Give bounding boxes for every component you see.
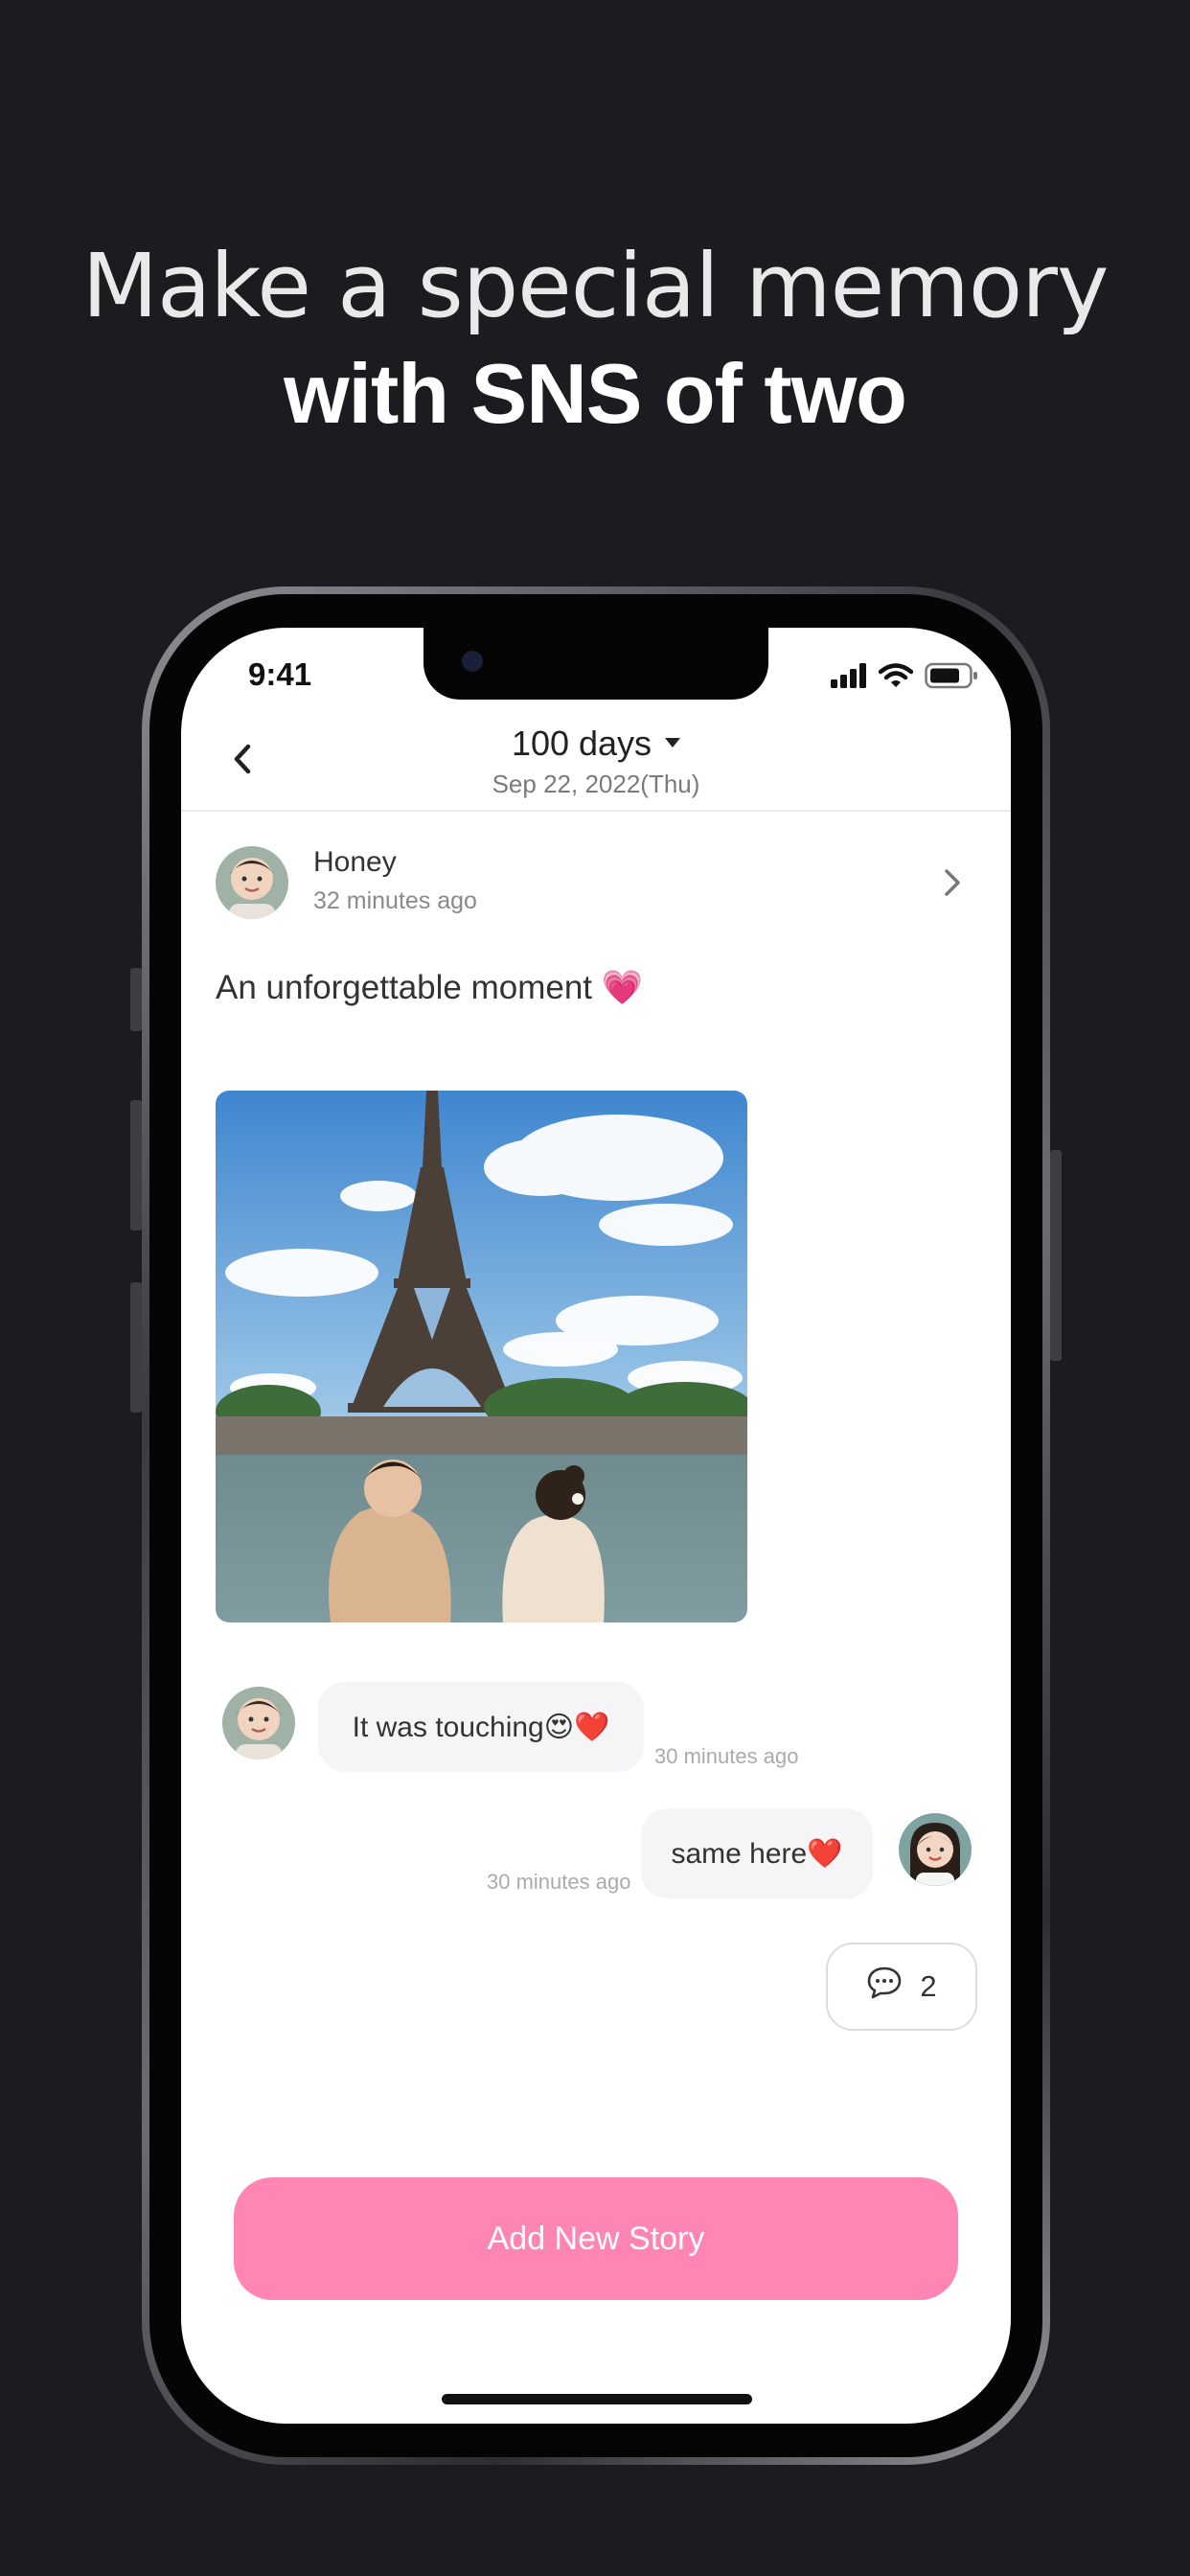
day-count-dropdown[interactable]: 100 days [181, 724, 1011, 764]
caret-down-icon [665, 738, 681, 748]
comment-bubble: It was touching😍❤️ [318, 1682, 644, 1772]
silent-switch [130, 968, 142, 1031]
post-photo[interactable] [216, 1091, 747, 1622]
front-camera [462, 651, 483, 672]
volume-up-button [130, 1100, 142, 1230]
headline-line-2: with SNS of two [284, 346, 907, 441]
power-button [1050, 1150, 1062, 1361]
commenter-avatar[interactable] [222, 1687, 295, 1760]
author-name[interactable]: Honey [313, 846, 397, 879]
day-count-label: 100 days [511, 724, 652, 763]
signal-icon [831, 663, 867, 693]
comment-time: 30 minutes ago [654, 1744, 799, 1768]
author-avatar[interactable] [216, 846, 288, 919]
chevron-right-icon[interactable] [938, 863, 967, 902]
notch [423, 628, 768, 700]
home-indicator [442, 2394, 752, 2404]
post-text: An unforgettable moment 💗 [216, 969, 644, 1006]
status-time: 9:41 [248, 656, 312, 692]
post-time: 32 minutes ago [313, 887, 477, 914]
comment-count-button[interactable]: 2 [826, 1943, 977, 2031]
wifi-icon [878, 663, 914, 693]
commenter-avatar[interactable] [899, 1813, 972, 1886]
add-new-story-button[interactable]: Add New Story [234, 2177, 958, 2300]
volume-down-button [130, 1282, 142, 1413]
phone-screen: 9:41 100 days Sep 22, 2022(Thu) Honey 32… [181, 628, 1011, 2424]
headline-line-1: Make a special memory [81, 235, 1110, 337]
header-date: Sep 22, 2022(Thu) [492, 770, 700, 798]
comment-bubble: same here❤️ [641, 1808, 873, 1898]
comment-count-value: 2 [920, 1969, 937, 2003]
comment-time: 30 minutes ago [487, 1870, 631, 1894]
battery-icon [925, 662, 978, 694]
speech-bubble-icon [866, 1966, 903, 2008]
header-divider [181, 810, 1011, 812]
status-icons [831, 662, 978, 694]
